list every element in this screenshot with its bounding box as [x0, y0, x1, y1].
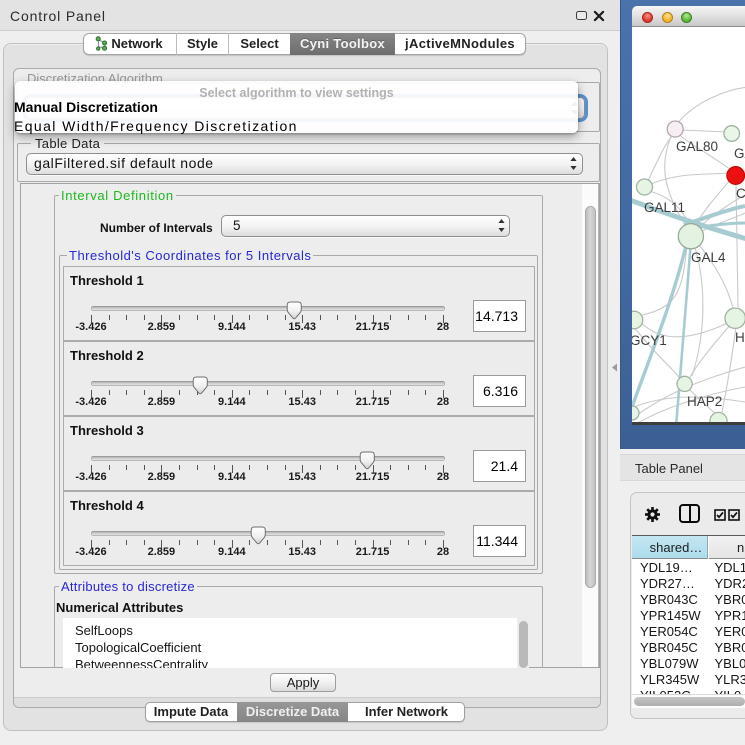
svg-text:HAP2: HAP2	[687, 394, 722, 409]
svg-text:GAL80: GAL80	[676, 139, 718, 154]
svg-text:C: C	[736, 186, 745, 201]
svg-text:GAL4: GAL4	[691, 250, 726, 265]
svg-text:GA: GA	[734, 146, 745, 161]
svg-text:H: H	[735, 330, 745, 345]
svg-text:GAL11: GAL11	[644, 200, 685, 215]
svg-text:GCY1: GCY1	[632, 333, 667, 348]
